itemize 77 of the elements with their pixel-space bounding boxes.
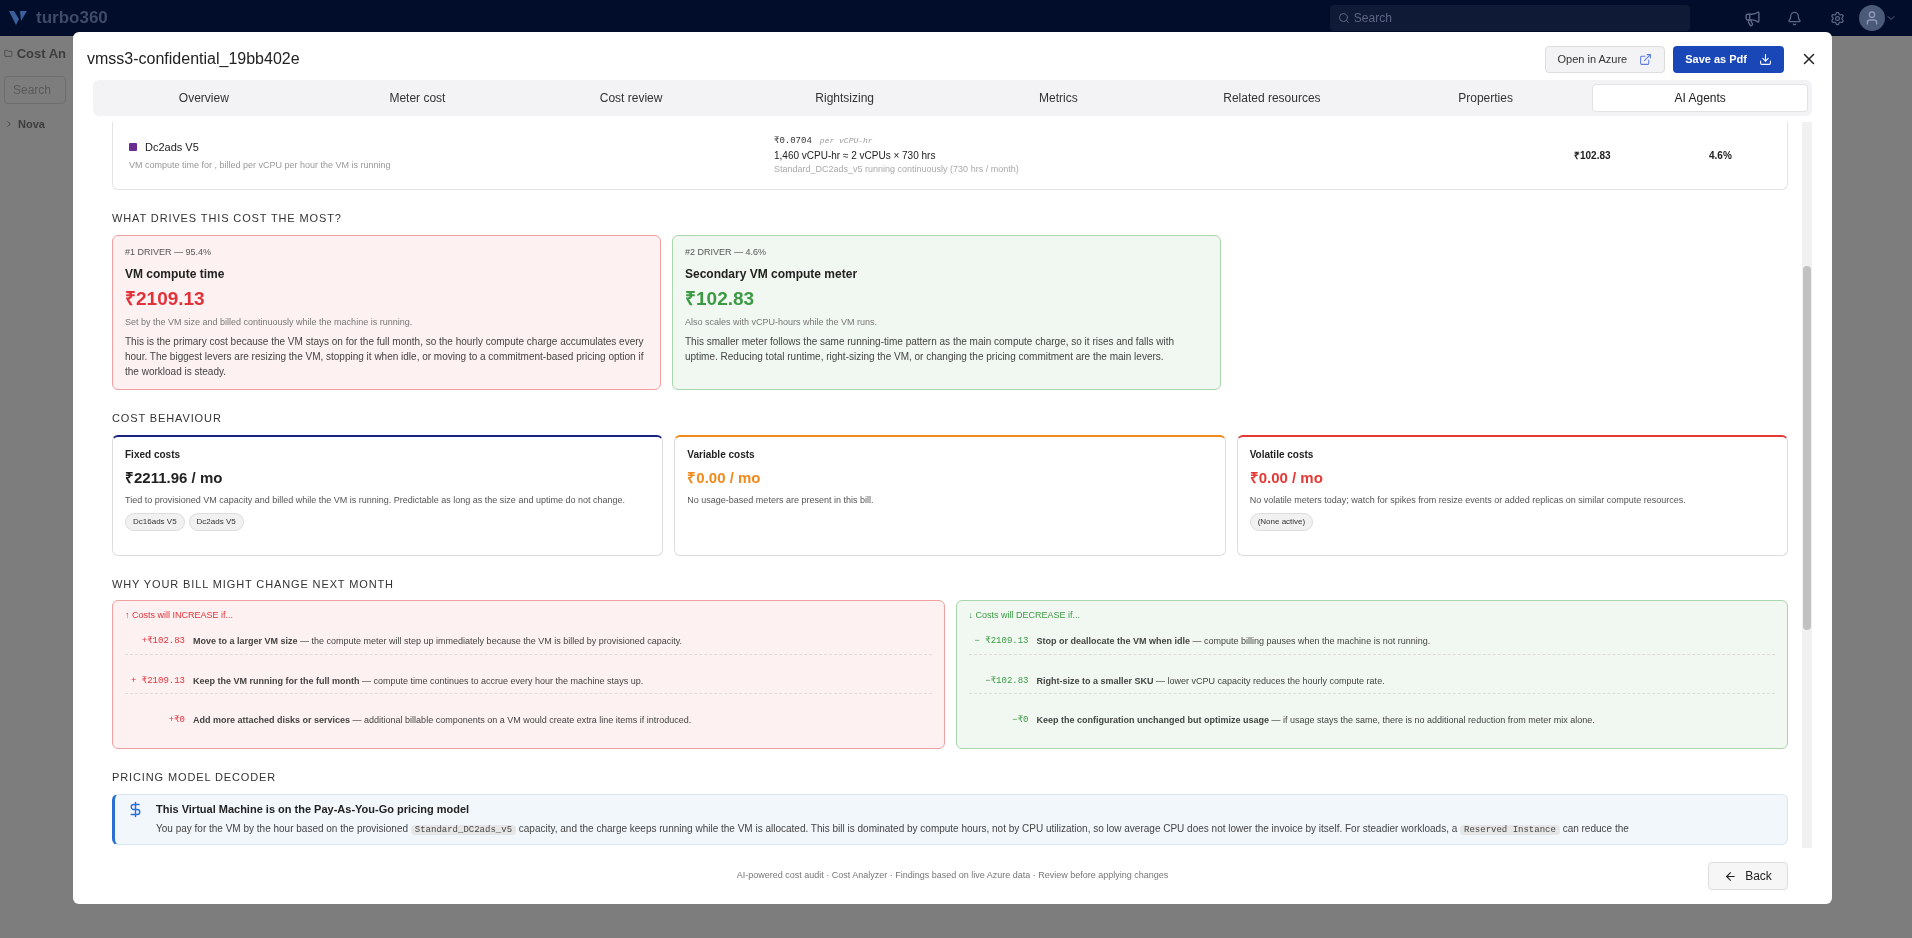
cost-amount: ₹0.00 / mo: [1249, 467, 1324, 488]
cost-title: Volatile costs: [1249, 447, 1315, 462]
tab[interactable]: Related resources: [1165, 84, 1379, 112]
rate-unit: per vCPU-hr: [819, 134, 873, 147]
change-title: ↑ Costs will INCREASE if...: [125, 609, 235, 622]
search-icon: [1337, 12, 1350, 24]
modal-title: vmss3-confidential_19bb402e: [87, 49, 301, 69]
change-amount: −₹102.83: [984, 674, 1029, 688]
cost-description: No usage-based meters are present in this bill.: [687, 494, 875, 507]
save-pdf-button[interactable]: Save as Pdf: [1673, 45, 1784, 73]
change-reason: Stop or deallocate the VM when idle — compute billing pauses when the machine is not running.: [1036, 635, 1431, 648]
meter-tag: (None active): [1249, 513, 1314, 531]
change-amount: − ₹2109.13: [973, 635, 1029, 648]
meter-name: Dc2ads V5: [145, 140, 199, 155]
tab[interactable]: Meter cost: [310, 84, 525, 112]
pricing-title: This Virtual Machine is on the Pay-As-You-Go pricing model: [156, 801, 471, 817]
change-amount: +₹102.83: [140, 635, 185, 648]
tab[interactable]: Rightsizing: [737, 84, 952, 112]
section-heading: PRICING MODEL DECODER: [112, 770, 278, 785]
tab[interactable]: Properties: [1378, 84, 1593, 112]
change-reason: Add more attached disks or services — additional billable components on a VM would create extra line items if introduced.: [193, 714, 692, 727]
tab[interactable]: AI Agents: [1592, 84, 1808, 112]
cost-description: Tied to provisioned VM capacity and billed while the VM is running. Predictable as long as the size and uptime do not change.: [125, 494, 626, 507]
change-reason: Right-size to a smaller SKU — lower vCPU capacity reduces the hourly compute rate.: [1036, 674, 1385, 688]
tab[interactable]: Cost review: [524, 84, 738, 112]
driver-summary: Also scales with vCPU-hours while the VM runs.: [685, 315, 879, 329]
cost-title: Fixed costs: [125, 447, 182, 462]
chevron-icon: [4, 118, 14, 129]
megaphone-icon[interactable]: [1743, 9, 1761, 27]
brand-name: turbo360: [36, 7, 108, 30]
change-reason: Keep the VM running for the full month — compute time continues to accrue every hour the machine stays up.: [193, 674, 644, 688]
driver-detail: This is the primary cost because the VM stays on for the full month, so the hourly compute charge accumulates every hour. The biggest levers are resizing the VM, stopping it when idle, or moving to a commitment-based pricing option if the workload is steady.: [125, 335, 645, 379]
driver-detail: This smaller meter follows the same running-time pattern as the main compute charge, so it rises and falls with uptime. Reducing total runtime, right-sizing the VM, or changing the pricing commitment are the main levers.: [685, 335, 1176, 364]
driver-title: VM compute time: [125, 266, 226, 283]
avatar[interactable]: [1858, 5, 1885, 31]
section-heading: WHY YOUR BILL MIGHT CHANGE NEXT MONTH: [112, 576, 395, 592]
arrow-left-icon: [1724, 869, 1738, 883]
meter-share: 4.6%: [1709, 149, 1732, 163]
section-heading: WHAT DRIVES THIS COST THE MOST?: [112, 211, 343, 226]
driver-rank: #1 DRIVER — 95.4%: [125, 245, 213, 259]
tab[interactable]: Metrics: [951, 84, 1166, 112]
scrollbar[interactable]: [1802, 122, 1812, 848]
page-title: Cost An: [16, 45, 66, 63]
tab[interactable]: Overview: [97, 84, 311, 112]
change-amount: +₹0: [167, 714, 185, 727]
meter-tag: Dc16ads V5: [125, 513, 185, 531]
meter-quantity: 1,460 vCPU-hr ≈ 2 vCPUs × 730 hrs: [774, 149, 937, 163]
meter-description: VM compute time for , billed per vCPU per hour the VM is running: [129, 158, 392, 172]
open-button[interactable]: Open in Azure: [1544, 45, 1666, 73]
usage-note: Standard_DC2ads_v5 running continuously (730 hrs / month): [774, 163, 1020, 176]
cost-amount: ₹0.00 / mo: [687, 467, 762, 488]
driver-amount: ₹2109.13: [125, 287, 206, 311]
driver-amount: ₹102.83: [685, 287, 756, 311]
change-amount: −₹0: [1011, 714, 1029, 727]
settings-icon[interactable]: [1829, 10, 1845, 26]
change-title: ↓ Costs will DECREASE if...: [968, 609, 1082, 622]
logo-icon: [8, 9, 28, 27]
meter-cost: ₹102.83: [1574, 149, 1612, 163]
meter-tag: Dc2ads V5: [188, 513, 244, 531]
back-button[interactable]: Back: [1708, 862, 1788, 890]
change-reason: Move to a larger VM size — the compute meter will step up immediately because the VM is billed by provisioned capacity.: [193, 635, 683, 648]
footer-note: AI-powered cost audit · Cost Analyzer · Findings based on live Azure data · Review before applying changes: [736, 869, 1169, 883]
change-amount: + ₹2109.13: [129, 674, 185, 688]
driver-summary: Set by the VM size and billed continuously while the machine is running.: [125, 315, 414, 329]
driver-rank: #2 DRIVER — 4.6%: [685, 245, 768, 259]
bell-icon[interactable]: [1786, 10, 1802, 26]
driver-title: Secondary VM compute meter: [685, 266, 859, 283]
meter-rate: ₹0.0704: [774, 134, 812, 148]
pricing-description: You pay for the VM by the hour based on the provisioned Standard_DC2ads_v5 capacity, and the charge keeps running while the VM is allocated. This bill is dominated by compute hours, not by CPU utilization, so low average CPU does not lower the invoice by itself. For steadier workloads, a Reserved Instance can reduce the: [156, 822, 1629, 837]
cost-title: Variable costs: [687, 447, 756, 462]
external-link-icon: [1639, 52, 1653, 66]
search-field[interactable]: Search: [1329, 5, 1690, 31]
download-icon: [1759, 52, 1772, 66]
change-reason: Keep the configuration unchanged but optimize usage — if usage stays the same, there is no additional reduction from meter mix alone.: [1036, 714, 1595, 727]
cost-description: No volatile meters today; watch for spikes from resize events or added replicas on similar compute resources.: [1249, 494, 1687, 507]
section-heading: COST BEHAVIOUR: [112, 411, 223, 426]
cost-amount: ₹2211.96 / mo: [125, 467, 224, 488]
